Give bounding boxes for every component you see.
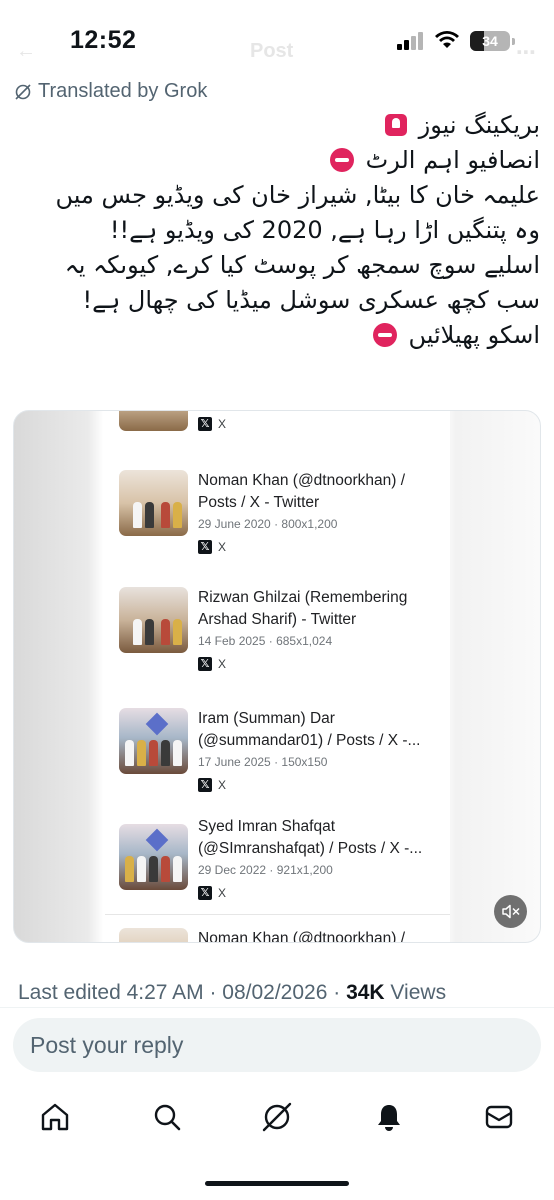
post-line: علیمہ خان کا بیٹا, شیراز خان کی ویڈیو جس… — [55, 181, 540, 209]
x-logo-icon: 𝕏 — [198, 540, 212, 554]
result-title: Syed Imran Shafqat (@SImranshafqat) / Pos… — [198, 818, 423, 857]
result-thumbnail — [119, 824, 188, 890]
speaker-muted-icon — [502, 904, 520, 919]
result-title: Rizwan Ghilzai (Remembering Arshad Sharif… — [198, 589, 408, 628]
post-media-video[interactable]: 𝕏X Noman Khan (@dtnoorkhan) / Posts / X -… — [13, 410, 541, 943]
translated-by-grok[interactable]: Translated by Grok — [14, 80, 207, 103]
post-body: بریکینگ نیوز انصافیو اہم الرٹ علیمہ خان … — [14, 108, 540, 353]
result-thumbnail — [119, 587, 188, 653]
post-line: انصافیو اہم الرٹ — [14, 143, 540, 178]
post-line: سب کچھ عسکری سوشل میڈیا کی چھال ہے! — [82, 286, 540, 314]
status-bar: ← Post ⋯ 12:52 34 — [0, 0, 554, 80]
mute-button[interactable] — [494, 895, 527, 928]
search-icon[interactable] — [150, 1100, 184, 1134]
home-icon[interactable] — [38, 1100, 72, 1134]
header-title: Post — [250, 40, 294, 62]
home-indicator — [205, 1181, 349, 1186]
result-source: 𝕏X — [198, 540, 226, 554]
result-thumbnail — [119, 411, 188, 431]
result-thumbnail — [119, 470, 188, 536]
siren-emoji-icon — [385, 114, 407, 136]
messages-icon[interactable] — [482, 1100, 516, 1134]
result-source: 𝕏X — [198, 417, 226, 431]
grok-icon[interactable] — [260, 1100, 294, 1134]
views-label: Views — [384, 981, 447, 1004]
search-result: Noman Khan (@dtnoorkhan) / Posts / X - Tw… — [119, 470, 439, 570]
result-meta: 29 Dec 2022 · 921x1,200 — [198, 863, 333, 877]
search-result: Iram (Summan) Dar (@summandar01) / Posts … — [119, 708, 439, 808]
post-line: اسلیے سوچ سمجھ کر پوسٹ کیا کرے, کیوںکہ ی… — [64, 251, 540, 279]
notifications-icon[interactable] — [372, 1100, 406, 1134]
result-title: Iram (Summan) Dar (@summandar01) / Posts … — [198, 710, 421, 749]
search-results-panel: 𝕏X Noman Khan (@dtnoorkhan) / Posts / X -… — [105, 411, 450, 942]
search-result: Rizwan Ghilzai (Remembering Arshad Sharif… — [119, 587, 439, 687]
post-line: بریکینگ نیوز — [14, 108, 540, 143]
views-count: 34K — [346, 981, 385, 1004]
status-time: 12:52 — [70, 26, 137, 54]
result-thumbnail — [119, 708, 188, 774]
divider — [0, 1007, 554, 1008]
battery-cap — [512, 38, 515, 45]
battery-icon: 34 — [470, 31, 510, 51]
edited-timestamp[interactable]: Last edited 4:27 AM · 08/02/2026 · — [18, 981, 346, 1004]
result-source: 𝕏X — [198, 657, 226, 671]
results-divider — [105, 914, 450, 915]
battery-percent: 34 — [482, 33, 498, 49]
result-meta: 29 June 2020 · 800x1,200 — [198, 517, 338, 531]
cellular-signal-icon — [397, 32, 427, 50]
x-logo-icon: 𝕏 — [198, 778, 212, 792]
search-result-partial: Noman Khan (@dtnoorkhan) / — [119, 928, 439, 942]
post-meta: Last edited 4:27 AM · 08/02/2026 · 34K V… — [18, 981, 446, 1005]
post-line: اسکو پھیلائیں — [14, 318, 540, 353]
result-meta: 14 Feb 2025 · 685x1,024 — [198, 634, 333, 648]
back-arrow-icon[interactable]: ← — [16, 40, 36, 63]
search-result: Syed Imran Shafqat (@SImranshafqat) / Pos… — [119, 816, 439, 916]
result-source: 𝕏X — [198, 778, 226, 792]
bottom-tab-bar — [0, 1090, 554, 1150]
x-logo-icon: 𝕏 — [198, 657, 212, 671]
search-result-partial: 𝕏X — [119, 411, 439, 435]
result-source: 𝕏X — [198, 886, 226, 900]
result-thumbnail — [119, 928, 188, 942]
reply-input[interactable]: Post your reply — [13, 1018, 541, 1072]
result-title: Noman Khan (@dtnoorkhan) / — [198, 930, 406, 943]
stop-emoji-icon — [329, 148, 354, 172]
more-icon[interactable]: ⋯ — [516, 40, 536, 65]
result-meta: 17 June 2025 · 150x150 — [198, 755, 328, 769]
grok-icon — [15, 83, 31, 100]
x-logo-icon: 𝕏 — [198, 886, 212, 900]
post-line: وہ پتنگیں اڑا رہا ہے, 2020 کی ویڈیو ہے!! — [109, 216, 540, 244]
reply-placeholder: Post your reply — [30, 1031, 184, 1058]
translated-label: Translated by Grok — [38, 80, 208, 102]
wifi-icon — [435, 31, 459, 48]
x-logo-icon: 𝕏 — [198, 417, 212, 431]
stop-emoji-icon — [372, 323, 397, 347]
result-title: Noman Khan (@dtnoorkhan) / Posts / X - Tw… — [198, 472, 406, 511]
